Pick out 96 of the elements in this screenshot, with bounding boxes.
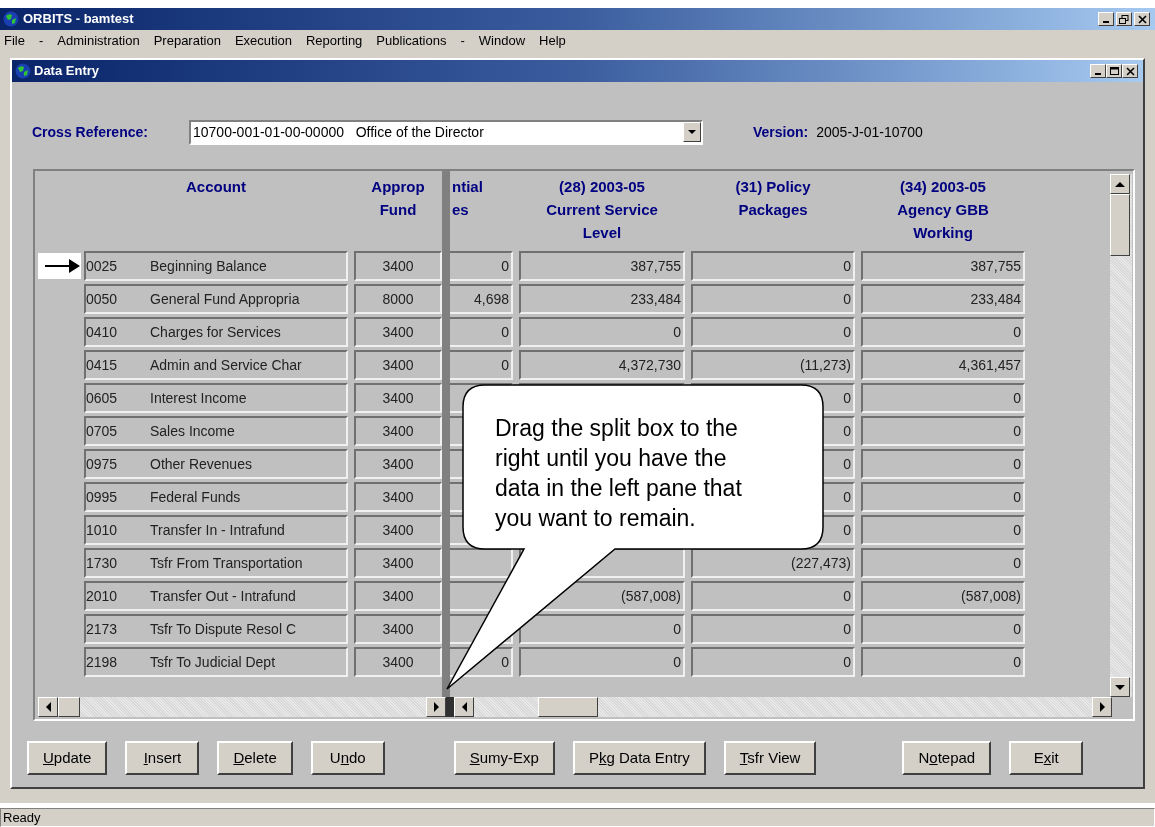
action-button[interactable]: Undo <box>310 741 385 775</box>
table-cell: 1730 Tsfr From Transportation <box>84 548 348 578</box>
column-header: Approp <box>371 177 425 197</box>
table-cell: 0050 General Fund Appropria <box>84 284 348 314</box>
field-label: Cross Reference: <box>32 122 149 142</box>
table-cell: 3400 <box>354 647 442 677</box>
menu-item[interactable]: File <box>4 31 25 51</box>
table-cell: 3400 <box>354 350 442 380</box>
table-cell: 3400 <box>354 614 442 644</box>
window-title: ORBITS - bamtest <box>23 10 135 29</box>
table-cell: 4,372,730 <box>519 350 685 380</box>
action-button[interactable]: Update <box>27 741 108 775</box>
table-cell: 3400 <box>354 251 442 281</box>
menu-item[interactable]: - <box>38 31 44 51</box>
column-header: (28) 2003-05 <box>559 177 645 197</box>
column-header: Current Service <box>546 200 658 220</box>
table-cell: 387,755 <box>519 251 685 281</box>
table-cell: 0 <box>861 383 1025 413</box>
table-cell: 2198 Tsfr To Judicial Dept <box>84 647 348 677</box>
action-button[interactable]: Pkg Data Entry <box>572 741 706 775</box>
column-header: Packages <box>738 200 808 220</box>
table-cell: (227,473) <box>691 548 855 578</box>
table-cell: 233,484 <box>861 284 1025 314</box>
table-cell: 0 <box>691 581 855 611</box>
table-cell: 3400 <box>354 581 442 611</box>
table-cell: 2010 Transfer Out - Intrafund <box>84 581 348 611</box>
table-cell: 0 <box>861 416 1025 446</box>
table-cell: 0 <box>861 515 1025 545</box>
table-cell: 0 <box>691 647 855 677</box>
table-cell: 3400 <box>354 482 442 512</box>
column-header: es <box>452 200 469 220</box>
table-cell: 3400 <box>354 416 442 446</box>
table-cell: 0 <box>861 482 1025 512</box>
table-cell: 0 <box>450 317 513 347</box>
column-header: Fund <box>379 200 417 220</box>
table-cell: 0 <box>691 317 855 347</box>
table-cell: 0 <box>861 317 1025 347</box>
table-cell: 0 <box>450 350 513 380</box>
table-cell: (587,008) <box>861 581 1025 611</box>
table-cell: 0605 Interest Income <box>84 383 348 413</box>
table-cell: 1010 Transfer In - Intrafund <box>84 515 348 545</box>
column-header: (31) Policy <box>735 177 811 197</box>
table-cell: 4,698 <box>450 284 513 314</box>
table-cell: 0705 Sales Income <box>84 416 348 446</box>
version-value: 2005-J-01-10700 <box>816 122 923 142</box>
column-header: (34) 2003-05 <box>900 177 986 197</box>
table-cell: 0995 Federal Funds <box>84 482 348 512</box>
table-cell: 0 <box>450 251 513 281</box>
table-cell: 3400 <box>354 515 442 545</box>
table-cell: 0975 Other Revenues <box>84 449 348 479</box>
action-button[interactable]: Tsfr View <box>723 741 817 775</box>
table-cell: 0 <box>861 548 1025 578</box>
table-cell: 0 <box>861 449 1025 479</box>
table-cell: 0 <box>861 614 1025 644</box>
table-cell: 0 <box>519 317 685 347</box>
table-cell: 0 <box>691 614 855 644</box>
menu-item[interactable]: Administration <box>57 31 140 51</box>
menu-item[interactable]: Reporting <box>306 31 363 51</box>
cross-reference-dropdown[interactable]: 10700-001-01-00-00000 Office of the Director <box>189 119 703 145</box>
table-cell: 8000 <box>354 284 442 314</box>
field-label: Version: <box>753 122 809 142</box>
table-cell: 3400 <box>354 449 442 479</box>
table-cell: 4,361,457 <box>861 350 1025 380</box>
menu-item[interactable]: - <box>460 31 465 51</box>
table-cell: (11,273) <box>691 350 855 380</box>
action-button[interactable]: Notepad <box>902 741 992 775</box>
table-cell: 0 <box>691 251 855 281</box>
action-button[interactable]: Delete <box>217 741 293 775</box>
table-cell: 0 <box>519 614 685 644</box>
status-text: Ready <box>2 810 41 826</box>
table-cell: 3400 <box>354 548 442 578</box>
table-cell: 0025 Beginning Balance <box>84 251 348 281</box>
window-title: Data Entry <box>34 62 101 81</box>
menu-item[interactable]: Window <box>478 31 526 51</box>
action-button[interactable]: Sumy-Exp <box>453 741 555 775</box>
table-cell: 3400 <box>354 383 442 413</box>
action-button[interactable]: Insert <box>125 741 200 775</box>
column-header: Working <box>913 223 973 243</box>
table-cell: 3400 <box>354 317 442 347</box>
table-cell: 0 <box>691 284 855 314</box>
table-cell: 387,755 <box>861 251 1025 281</box>
table-cell: 233,484 <box>519 284 685 314</box>
table-cell: 0 <box>861 647 1025 677</box>
menu-item[interactable]: Help <box>539 31 566 51</box>
column-header: Agency GBB <box>897 200 989 220</box>
menu-item[interactable]: Execution <box>234 31 292 51</box>
menu-item[interactable]: Preparation <box>153 31 221 51</box>
table-cell: 2173 Tsfr To Dispute Resol C <box>84 614 348 644</box>
table-cell: 0 <box>519 647 685 677</box>
action-button[interactable]: Exit <box>1009 741 1084 775</box>
column-header: ntial <box>452 177 483 197</box>
menu-item[interactable]: Publications <box>376 31 447 51</box>
table-cell: 0415 Admin and Service Char <box>84 350 348 380</box>
column-header: Level <box>582 223 622 243</box>
table-cell: 0410 Charges for Services <box>84 317 348 347</box>
column-header: Account <box>186 177 246 197</box>
